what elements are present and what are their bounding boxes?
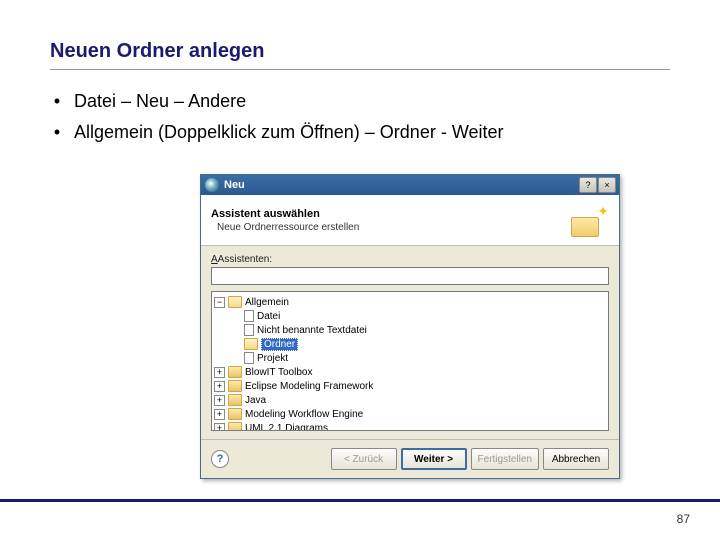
tree-item-projekt[interactable]: Projekt xyxy=(214,351,606,365)
cancel-button[interactable]: Abbrechen xyxy=(543,448,609,470)
next-button[interactable]: Weiter > xyxy=(401,448,467,470)
dialog-button-bar: ? < Zurück Weiter > Fertigstellen Abbrec… xyxy=(201,439,619,478)
wizard-filter-input[interactable] xyxy=(211,267,609,285)
wizard-subheading: Neue Ordnerressource erstellen xyxy=(211,222,571,233)
folder-icon xyxy=(228,408,242,420)
system-icon xyxy=(205,178,219,192)
close-window-button[interactable]: × xyxy=(598,177,616,193)
context-help-button[interactable]: ? xyxy=(211,450,229,468)
tree-item-label: Allgemein xyxy=(245,297,289,308)
folder-icon xyxy=(228,380,242,392)
new-wizard-dialog: Neu ? × Assistent auswählen Neue Ordnerr… xyxy=(200,174,620,479)
tree-item-datei[interactable]: Datei xyxy=(214,309,606,323)
page-number: 87 xyxy=(677,512,690,526)
page-title: Neuen Ordner anlegen xyxy=(50,40,670,70)
expand-icon[interactable]: + xyxy=(214,367,225,378)
bullet-dot-icon: • xyxy=(50,119,64,146)
tree-item-label: BlowIT Toolbox xyxy=(245,367,312,378)
folder-icon xyxy=(571,217,599,237)
tree-item[interactable]: + UML 2.1 Diagrams xyxy=(214,421,606,431)
bullet-item: • Allgemein (Doppelklick zum Öffnen) – O… xyxy=(50,119,670,146)
expand-icon[interactable]: + xyxy=(214,395,225,406)
tree-item-label: Eclipse Modeling Framework xyxy=(245,381,373,392)
file-icon xyxy=(244,310,254,322)
tree-item-label-selected: Ordner xyxy=(261,338,298,351)
wizard-tree[interactable]: − Allgemein Datei Nicht benannte Textdat… xyxy=(211,291,609,431)
bullet-list: • Datei – Neu – Andere • Allgemein (Dopp… xyxy=(50,88,670,146)
tree-item-label: Nicht benannte Textdatei xyxy=(257,325,367,336)
tree-item[interactable]: + Modeling Workflow Engine xyxy=(214,407,606,421)
tree-item-label: Java xyxy=(245,395,266,406)
expand-icon[interactable]: + xyxy=(214,381,225,392)
tree-item-ordner[interactable]: Ordner xyxy=(214,337,606,351)
tree-item-label: Datei xyxy=(257,311,280,322)
folder-icon xyxy=(228,366,242,378)
expand-icon[interactable]: + xyxy=(214,423,225,432)
star-icon: ✦ xyxy=(597,203,609,220)
footer-divider xyxy=(0,499,720,502)
folder-open-icon xyxy=(244,338,258,350)
folder-icon xyxy=(228,394,242,406)
wizard-banner: Assistent auswählen Neue Ordnerressource… xyxy=(201,195,619,246)
bullet-text: Allgemein (Doppelklick zum Öffnen) – Ord… xyxy=(74,119,670,146)
bullet-text: Datei – Neu – Andere xyxy=(74,88,670,115)
tree-item[interactable]: + BlowIT Toolbox xyxy=(214,365,606,379)
back-button[interactable]: < Zurück xyxy=(331,448,397,470)
filter-label-text: Assistenten: xyxy=(218,254,272,265)
dialog-titlebar[interactable]: Neu ? × xyxy=(201,175,619,195)
tree-item-label: Modeling Workflow Engine xyxy=(245,409,363,420)
tree-item-allgemein[interactable]: − Allgemein xyxy=(214,295,606,309)
file-icon xyxy=(244,324,254,336)
collapse-icon[interactable]: − xyxy=(214,297,225,308)
filter-label: AAssistenten: xyxy=(211,254,609,265)
wizard-banner-icon: ✦ xyxy=(571,203,609,237)
help-window-button[interactable]: ? xyxy=(579,177,597,193)
file-icon xyxy=(244,352,254,364)
folder-icon xyxy=(228,422,242,431)
tree-item-label: Projekt xyxy=(257,353,288,364)
tree-item[interactable]: + Eclipse Modeling Framework xyxy=(214,379,606,393)
expand-icon[interactable]: + xyxy=(214,409,225,420)
dialog-title: Neu xyxy=(224,179,579,191)
bullet-item: • Datei – Neu – Andere xyxy=(50,88,670,115)
tree-item-textdatei[interactable]: Nicht benannte Textdatei xyxy=(214,323,606,337)
folder-open-icon xyxy=(228,296,242,308)
bullet-dot-icon: • xyxy=(50,88,64,115)
wizard-heading: Assistent auswählen xyxy=(211,208,571,220)
tree-item-label: UML 2.1 Diagrams xyxy=(245,423,328,432)
tree-item[interactable]: + Java xyxy=(214,393,606,407)
finish-button[interactable]: Fertigstellen xyxy=(471,448,539,470)
